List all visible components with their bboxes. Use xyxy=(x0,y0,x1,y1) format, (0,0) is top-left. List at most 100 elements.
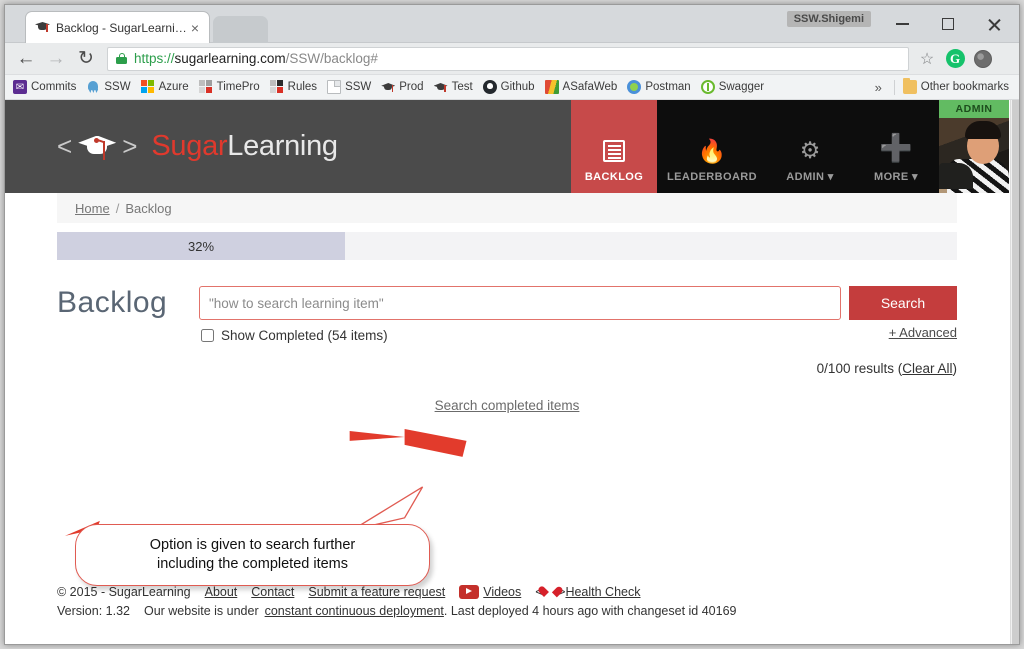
footer-videos-link[interactable]: Videos xyxy=(483,585,521,599)
advanced-link[interactable]: + Advanced xyxy=(849,325,957,340)
browser-titlebar: Backlog - SugarLearning × SSW.Shigemi xyxy=(5,5,1019,43)
show-completed-checkbox[interactable] xyxy=(201,329,214,342)
swagger-icon xyxy=(701,80,715,94)
footer-copyright: © 2015 - SugarLearning xyxy=(57,585,191,599)
web-page: < > SugarLearning SSW BACKLOG xyxy=(5,100,1009,645)
logo-learning: Learning xyxy=(227,130,337,162)
nav-item-backlog[interactable]: SSW BACKLOG xyxy=(571,100,657,193)
url-bar[interactable]: https://sugarlearning.com/SSW/backlog# xyxy=(107,47,909,71)
bookmark-swagger[interactable]: Swagger xyxy=(697,77,770,97)
footer-health-check-link[interactable]: Health Check xyxy=(565,585,640,599)
postman-icon xyxy=(627,80,641,94)
other-bookmarks-button[interactable]: Other bookmarks xyxy=(899,77,1015,97)
bookmark-prod[interactable]: Prod xyxy=(377,77,429,97)
footer-deployment-prefix: Our website is under xyxy=(144,604,259,618)
health-check-icon: <> xyxy=(535,584,565,599)
browser-tab[interactable]: Backlog - SugarLearning × xyxy=(25,11,210,43)
bookmark-postman[interactable]: Postman xyxy=(623,77,696,97)
bookmark-label: SSW xyxy=(345,81,371,93)
annotation-arrow-1 xyxy=(350,429,467,457)
nav-item-admin[interactable]: ⚙ ADMIN ▾ xyxy=(767,100,853,193)
profile-chip[interactable]: SSW.Shigemi xyxy=(787,11,871,27)
grammarly-extension-icon[interactable]: G xyxy=(941,46,969,72)
url-path: /SSW/backlog# xyxy=(286,51,378,66)
maximize-icon xyxy=(942,18,954,30)
graduation-cap-icon xyxy=(434,80,448,94)
page-viewport: < > SugarLearning SSW BACKLOG xyxy=(5,100,1019,645)
document-icon xyxy=(327,80,341,94)
url-host: sugarlearning.com xyxy=(175,51,286,66)
squares-icon xyxy=(270,80,284,94)
bookmark-ssw-octopus[interactable]: SSW xyxy=(82,77,136,97)
avatar[interactable] xyxy=(939,118,1009,193)
bookmark-star-icon[interactable]: ☆ xyxy=(915,47,939,71)
bookmark-label: Rules xyxy=(288,81,317,93)
forward-button[interactable]: → xyxy=(41,49,71,68)
nav-item-more[interactable]: ➕ MORE ▾ xyxy=(853,100,939,193)
page-scrollbar[interactable] xyxy=(1010,100,1019,645)
bookmark-asafaweb[interactable]: ASafaWeb xyxy=(541,77,624,97)
bookmark-rules[interactable]: Rules xyxy=(266,77,323,97)
scrollbar-thumb[interactable] xyxy=(1012,100,1019,645)
close-icon[interactable]: × xyxy=(187,21,203,35)
bookmark-label: ASafaWeb xyxy=(563,81,618,93)
clear-all-link[interactable]: Clear All xyxy=(902,361,952,376)
show-completed-label: Show Completed (54 items) xyxy=(221,328,388,343)
list-icon xyxy=(603,140,625,162)
nav-label: BACKLOG xyxy=(585,171,643,183)
footer-feature-request-link[interactable]: Submit a feature request xyxy=(308,585,445,599)
nav-item-leaderboard[interactable]: 🔥 LEADERBOARD xyxy=(657,100,767,193)
footer-contact-link[interactable]: Contact xyxy=(251,585,294,599)
logo-sugar: Sugar xyxy=(151,130,227,162)
progress-bar-fill: 32% xyxy=(57,232,345,260)
asafaweb-icon xyxy=(545,80,559,94)
nav-label: MORE ▾ xyxy=(874,170,918,183)
bookmarks-overflow-button[interactable]: » xyxy=(867,80,890,95)
footer-version: Version: 1.32 xyxy=(57,604,130,618)
graduation-cap-icon xyxy=(35,20,50,35)
bookmark-test[interactable]: Test xyxy=(430,77,479,97)
film-reel-extension-icon[interactable] xyxy=(969,46,997,72)
bookmark-label: SSW xyxy=(104,81,130,93)
browser-menu-button[interactable] xyxy=(997,46,1013,72)
browser-addressbar: ← → ↻ https://sugarlearning.com/SSW/back… xyxy=(5,43,1019,75)
reload-button[interactable]: ↻ xyxy=(71,49,101,68)
search-button[interactable]: Search xyxy=(849,286,957,320)
bookmark-timepro[interactable]: TimePro xyxy=(195,77,266,97)
user-menu[interactable]: ADMIN xyxy=(939,100,1009,193)
squares-icon xyxy=(199,80,213,94)
page-title: Backlog xyxy=(57,286,199,320)
gear-icon: ⚙ xyxy=(800,139,821,162)
bookmarks-bar: Commits SSW Azure TimePro Rules SSW xyxy=(5,75,1019,100)
status-badge: ADMIN xyxy=(939,100,1009,118)
bookmark-label: Postman xyxy=(645,81,690,93)
show-completed-checkbox-row[interactable]: Show Completed (54 items) xyxy=(199,328,841,343)
bookmark-commits[interactable]: Commits xyxy=(9,77,82,97)
footer-about-link[interactable]: About xyxy=(205,585,238,599)
github-icon xyxy=(483,80,497,94)
new-tab-button[interactable] xyxy=(213,16,268,43)
bookmark-github[interactable]: Github xyxy=(479,77,541,97)
back-button[interactable]: ← xyxy=(11,49,41,68)
bookmark-azure[interactable]: Azure xyxy=(137,77,195,97)
callout-line-1: Option is given to search further xyxy=(150,536,356,555)
progress-label: 32% xyxy=(188,239,214,254)
breadcrumb-current: Backlog xyxy=(125,201,171,216)
breadcrumb-home-link[interactable]: Home xyxy=(75,201,110,216)
window-maximize-button[interactable] xyxy=(925,5,971,43)
youtube-icon xyxy=(459,585,479,599)
window-close-button[interactable] xyxy=(971,5,1017,43)
breadcrumb-separator: / xyxy=(116,201,120,216)
search-completed-items-link[interactable]: Search completed items xyxy=(435,398,580,413)
footer-deployment-link[interactable]: constant continuous deployment xyxy=(265,604,444,618)
annotation-callout: Option is given to search further includ… xyxy=(75,524,430,586)
tab-title: Backlog - SugarLearning xyxy=(56,21,187,35)
close-icon xyxy=(987,17,1002,32)
nav-label: ADMIN ▾ xyxy=(786,170,833,183)
fire-icon: 🔥 xyxy=(698,140,727,163)
site-logo[interactable]: < > SugarLearning xyxy=(57,100,338,193)
window-minimize-button[interactable] xyxy=(879,5,925,43)
bookmark-ssw-doc[interactable]: SSW xyxy=(323,77,377,97)
bookmark-label: Github xyxy=(501,81,535,93)
search-input[interactable] xyxy=(199,286,841,320)
